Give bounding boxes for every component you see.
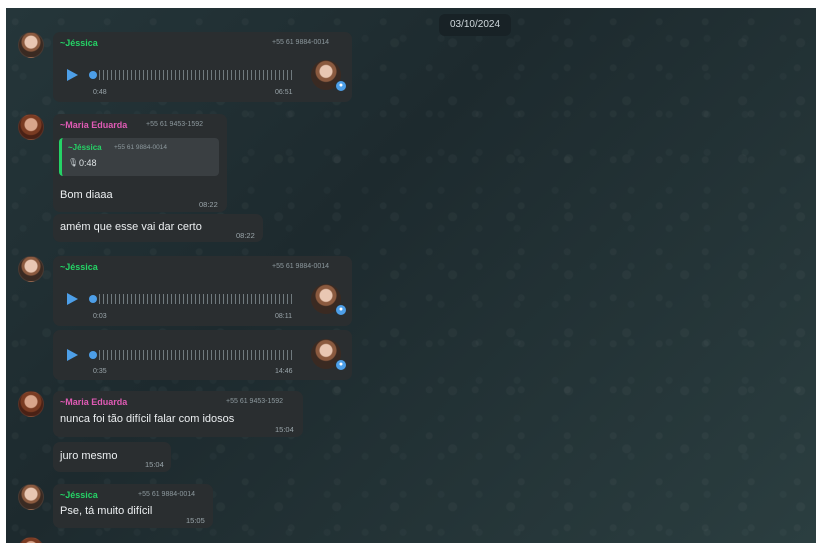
sender-phone: +55 61 9453-1592 <box>226 398 284 405</box>
message-time: 15:04 <box>145 460 164 469</box>
voice-elapsed: 0:03 <box>93 313 107 320</box>
message-time: 08:22 <box>236 231 255 240</box>
voice-progress-handle[interactable] <box>89 71 97 79</box>
text-message: ~Maria Eduarda +55 61 9453-1592 nunca fo… <box>53 391 303 437</box>
voice-waveform[interactable] <box>99 350 295 360</box>
quoted-message[interactable]: ~Jéssica +55 61 9884-0014 🎙 0:48 <box>59 138 219 176</box>
voice-message: ~Jéssica +55 61 9884-0014 0:48 06:51 ● <box>53 32 352 102</box>
sender-name[interactable]: ~Jéssica <box>60 38 98 48</box>
voice-elapsed: 0:48 <box>93 89 107 96</box>
sender-phone: +55 61 9453-1592 <box>146 121 204 128</box>
avatar[interactable] <box>18 484 44 510</box>
sender-name[interactable]: ~Maria Eduarda <box>60 397 127 407</box>
text-message: juro mesmo 15:04 <box>53 442 171 472</box>
message-text: amém que esse vai dar certo <box>60 221 202 233</box>
voice-progress-handle[interactable] <box>89 295 97 303</box>
quoted-sender: ~Jéssica <box>68 143 102 152</box>
voice-elapsed: 0:35 <box>93 368 107 375</box>
message-time: 15:05 <box>186 516 205 525</box>
play-icon[interactable] <box>67 349 78 361</box>
message-time: 08:11 <box>275 313 292 320</box>
text-message: amém que esse vai dar certo 08:22 <box>53 214 263 242</box>
mic-icon: ● <box>335 80 347 92</box>
voice-message: 0:35 14:46 ● <box>53 330 352 380</box>
avatar[interactable] <box>18 114 44 140</box>
voice-waveform[interactable] <box>99 294 295 304</box>
voice-progress-handle[interactable] <box>89 351 97 359</box>
quoted-phone: +55 61 9884-0014 <box>114 144 167 151</box>
message-text: Pse, tá muito difícil <box>60 505 153 517</box>
play-icon[interactable] <box>67 293 78 305</box>
text-message: ~Maria Eduarda +55 61 9453-1592 ~Jéssica… <box>53 114 227 212</box>
message-time: 15:04 <box>275 425 294 434</box>
date-chip: 03/10/2024 <box>439 14 511 36</box>
message-time: 08:22 <box>199 200 218 209</box>
sender-phone: +55 61 9884-0014 <box>272 263 330 270</box>
voice-waveform[interactable] <box>99 70 295 80</box>
mic-icon: 🎙 <box>68 158 79 167</box>
quoted-duration: 0:48 <box>79 158 97 168</box>
chat-area: 03/10/2024 ~Jéssica +55 61 9884-0014 0:4… <box>6 8 816 543</box>
avatar[interactable] <box>18 256 44 282</box>
sender-name[interactable]: ~Jéssica <box>60 262 98 272</box>
sender-phone: +55 61 9884-0014 <box>138 491 196 498</box>
message-text: nunca foi tão difícil falar com idosos <box>60 413 235 425</box>
sender-name[interactable]: ~Maria Eduarda <box>60 120 127 130</box>
play-icon[interactable] <box>67 69 78 81</box>
mic-icon: ● <box>335 359 347 371</box>
avatar[interactable] <box>18 32 44 58</box>
sender-name[interactable]: ~Jéssica <box>60 490 98 500</box>
message-time: 14:46 <box>275 368 293 375</box>
avatar[interactable] <box>18 391 44 417</box>
mic-icon: ● <box>335 304 347 316</box>
text-message: ~Jéssica +55 61 9884-0014 Pse, tá muito … <box>53 484 213 528</box>
voice-message: ~Jéssica +55 61 9884-0014 0:03 08:11 ● <box>53 256 352 326</box>
avatar[interactable] <box>18 537 44 543</box>
message-text: juro mesmo <box>60 450 118 462</box>
sender-phone: +55 61 9884-0014 <box>272 39 330 46</box>
message-text: Bom diaaa <box>60 189 113 201</box>
message-time: 06:51 <box>275 89 293 96</box>
